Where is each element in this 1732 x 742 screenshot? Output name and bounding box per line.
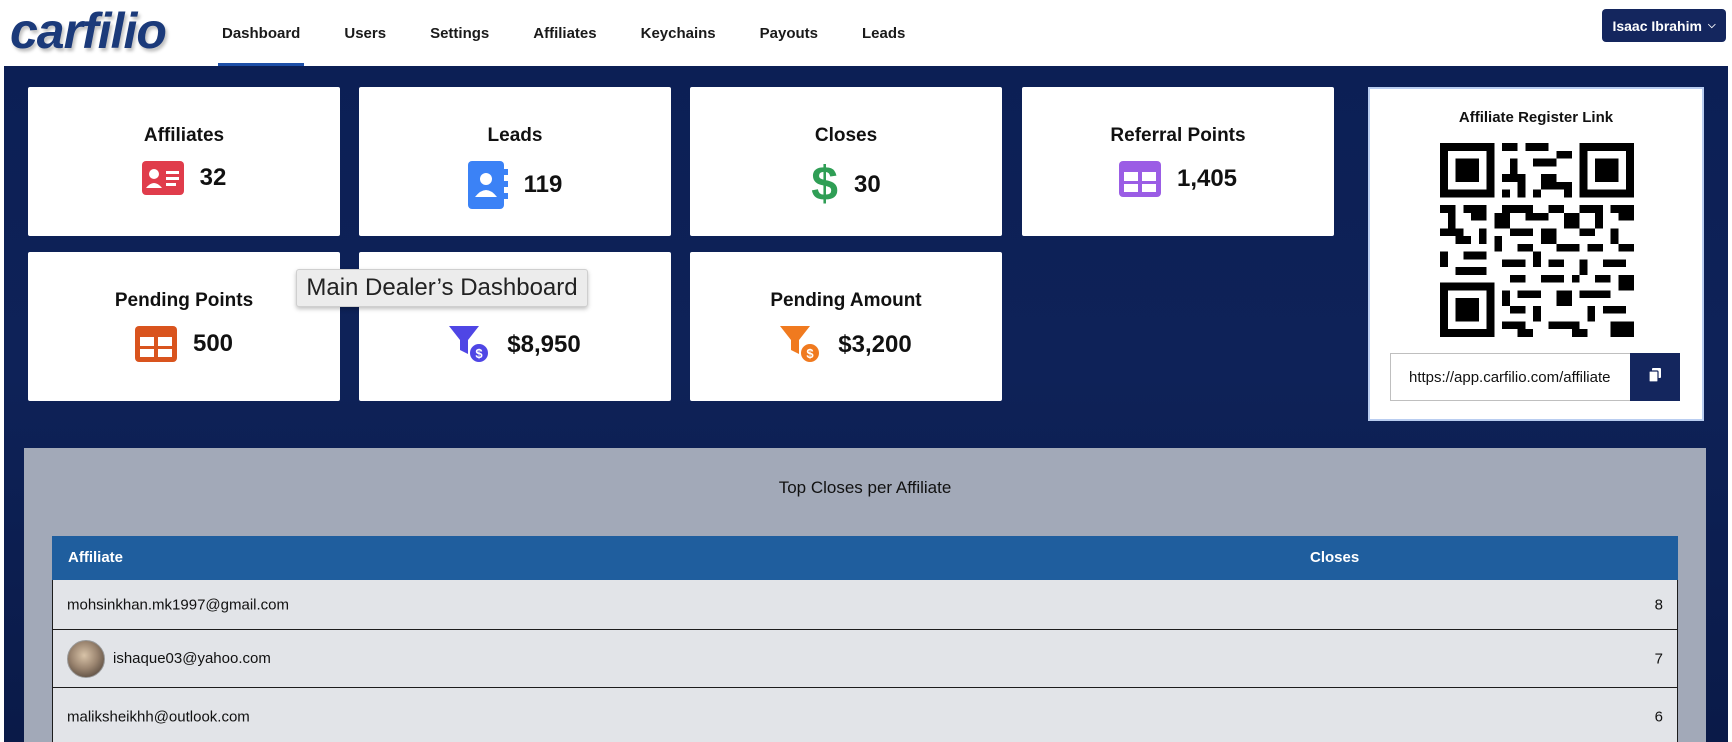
card-title: Closes xyxy=(814,125,878,146)
carfilio-logo[interactable]: carfilio xyxy=(10,2,167,60)
nav-dashboard[interactable]: Dashboard xyxy=(200,0,322,66)
register-link-field[interactable]: https://app.carfilio.com/affiliate xyxy=(1390,353,1630,401)
pending-points-card[interactable]: Pending Points 500 xyxy=(28,252,340,401)
affiliate-email: mohsinkhan.mk1997@gmail.com xyxy=(67,596,289,613)
table-icon xyxy=(134,326,177,362)
table-header: Affiliate Closes xyxy=(52,536,1678,580)
card-title: Leads xyxy=(487,125,543,146)
card-title: Affiliates xyxy=(143,125,225,146)
register-title: Affiliate Register Link xyxy=(1458,109,1614,126)
column-header-affiliate[interactable]: Affiliate xyxy=(68,549,123,566)
user-menu-button[interactable]: Isaac Ibrahim ⌵ xyxy=(1602,9,1726,42)
funnel-dollar-icon: $ xyxy=(780,326,822,364)
nav-payouts[interactable]: Payouts xyxy=(738,0,840,66)
top-closes-section: Top Closes per Affiliate Affiliate Close… xyxy=(24,448,1706,742)
table-row[interactable]: maliksheikhh@outlook.com 6 xyxy=(52,688,1678,742)
card-title: Pending Amount xyxy=(770,290,922,311)
nav-leads[interactable]: Leads xyxy=(840,0,927,66)
nav-settings[interactable]: Settings xyxy=(408,0,511,66)
chevron-down-icon: ⌵ xyxy=(1707,20,1716,31)
pending-amount-card[interactable]: Pending Amount $ $3,200 xyxy=(690,252,1002,401)
nav-affiliates[interactable]: Affiliates xyxy=(511,0,618,66)
table-icon xyxy=(1118,161,1161,197)
top-navbar: carfilio Dashboard Users Settings Affili… xyxy=(0,0,1732,66)
avatar xyxy=(67,639,105,678)
qr-code xyxy=(1440,143,1634,337)
closes-value: 6 xyxy=(1654,708,1663,725)
card-title: Referral Points xyxy=(1110,125,1246,146)
closes-value: 8 xyxy=(1654,596,1663,613)
id-card-icon xyxy=(141,161,184,195)
pending-amount-value: $3,200 xyxy=(838,331,912,358)
user-name: Isaac Ibrahim xyxy=(1612,17,1702,34)
column-header-closes[interactable]: Closes xyxy=(1310,549,1359,566)
table-title: Top Closes per Affiliate xyxy=(778,478,952,497)
table-row[interactable]: mohsinkhan.mk1997@gmail.com 8 xyxy=(52,580,1678,630)
pending-points-value: 500 xyxy=(192,330,234,357)
closes-value: 7 xyxy=(1654,650,1663,667)
main-nav: Dashboard Users Settings Affiliates Keyc… xyxy=(200,0,927,66)
affiliate-cell: ishaque03@yahoo.com xyxy=(67,639,271,678)
address-book-icon xyxy=(467,161,508,209)
svg-text:$: $ xyxy=(807,346,815,361)
svg-text:$: $ xyxy=(476,346,484,361)
dollar-sign-icon: $ xyxy=(811,158,838,211)
closes-card[interactable]: Closes $ 30 xyxy=(690,87,1002,236)
leads-count: 119 xyxy=(523,171,563,198)
affiliate-email: ishaque03@yahoo.com xyxy=(113,650,271,667)
copy-icon xyxy=(1648,367,1661,387)
nav-users[interactable]: Users xyxy=(322,0,408,66)
top-closes-table: Affiliate Closes mohsinkhan.mk1997@gmail… xyxy=(52,536,1678,742)
closes-count: 30 xyxy=(854,171,881,198)
leads-card[interactable]: Leads 119 xyxy=(359,87,671,236)
nav-keychains[interactable]: Keychains xyxy=(619,0,738,66)
amount-value: $8,950 xyxy=(507,331,581,358)
tooltip: Main Dealer’s Dashboard xyxy=(296,269,588,307)
funnel-dollar-icon: $ xyxy=(449,326,491,364)
affiliate-register-panel: Affiliate Register Link https://app.carf… xyxy=(1368,87,1704,421)
affiliates-card[interactable]: Affiliates 32 xyxy=(28,87,340,236)
affiliate-email: maliksheikhh@outlook.com xyxy=(67,708,250,725)
referral-points-value: 1,405 xyxy=(1176,165,1238,192)
affiliates-count: 32 xyxy=(199,164,227,191)
card-title: Pending Points xyxy=(114,290,254,311)
copy-link-button[interactable] xyxy=(1630,353,1680,401)
table-row[interactable]: ishaque03@yahoo.com 7 xyxy=(52,630,1678,688)
referral-points-card[interactable]: Referral Points 1,405 xyxy=(1022,87,1334,236)
